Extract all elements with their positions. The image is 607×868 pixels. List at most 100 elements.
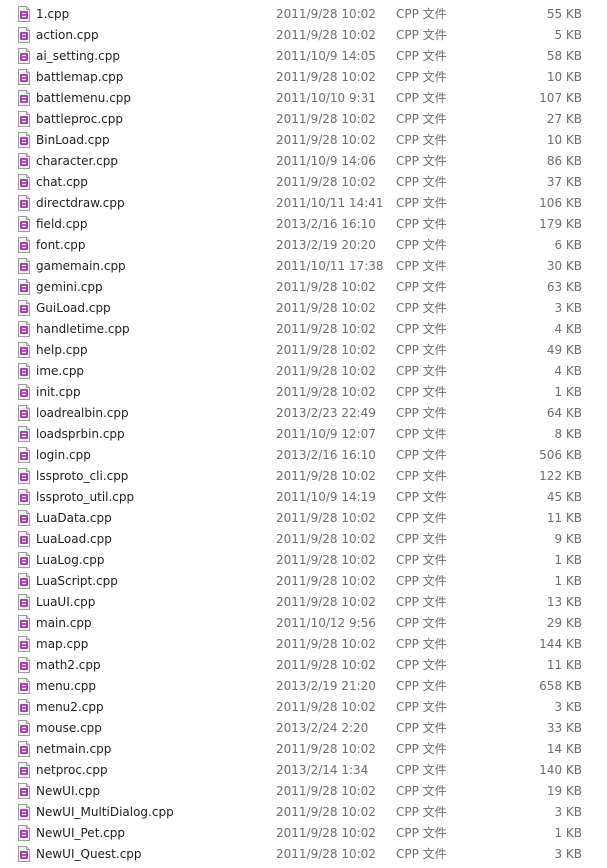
- file-name: LuaLoad.cpp: [36, 532, 112, 546]
- file-name: handletime.cpp: [36, 322, 130, 336]
- cpp-file-icon: [18, 300, 30, 316]
- file-row[interactable]: gamemain.cpp 2011/10/11 17:38 CPP 文件 30 …: [0, 256, 607, 277]
- file-row[interactable]: menu.cpp 2013/2/19 21:20 CPP 文件 658 KB: [0, 676, 607, 697]
- file-modified-date: 2011/9/28 10:02: [276, 7, 376, 21]
- file-type: CPP 文件: [396, 511, 447, 525]
- file-name: netmain.cpp: [36, 742, 112, 756]
- file-size: 1 KB: [554, 553, 582, 567]
- file-row[interactable]: ai_setting.cpp 2011/10/9 14:05 CPP 文件 58…: [0, 46, 607, 67]
- file-row[interactable]: menu2.cpp 2011/9/28 10:02 CPP 文件 3 KB: [0, 697, 607, 718]
- file-size: 6 KB: [554, 238, 582, 252]
- cpp-file-icon: [18, 804, 30, 820]
- file-row[interactable]: ime.cpp 2011/9/28 10:02 CPP 文件 4 KB: [0, 361, 607, 382]
- file-type: CPP 文件: [396, 91, 447, 105]
- file-type: CPP 文件: [396, 259, 447, 273]
- file-size: 4 KB: [554, 322, 582, 336]
- file-row[interactable]: lssproto_util.cpp 2011/10/9 14:19 CPP 文件…: [0, 487, 607, 508]
- file-row[interactable]: BinLoad.cpp 2011/9/28 10:02 CPP 文件 10 KB: [0, 130, 607, 151]
- file-type: CPP 文件: [396, 364, 447, 378]
- cpp-file-icon: [18, 573, 30, 589]
- file-size: 49 KB: [546, 343, 582, 357]
- file-row[interactable]: netproc.cpp 2013/2/14 1:34 CPP 文件 140 KB: [0, 760, 607, 781]
- file-row[interactable]: battleproc.cpp 2011/9/28 10:02 CPP 文件 27…: [0, 109, 607, 130]
- file-type: CPP 文件: [396, 679, 447, 693]
- file-name: NewUI.cpp: [36, 784, 101, 798]
- file-name: character.cpp: [36, 154, 119, 168]
- file-row[interactable]: map.cpp 2011/9/28 10:02 CPP 文件 144 KB: [0, 634, 607, 655]
- file-modified-date: 2013/2/19 20:20: [276, 238, 376, 252]
- file-row[interactable]: loadsprbin.cpp 2011/10/9 12:07 CPP 文件 8 …: [0, 424, 607, 445]
- file-row[interactable]: NewUI_MultiDialog.cpp 2011/9/28 10:02 CP…: [0, 802, 607, 823]
- file-row[interactable]: gemini.cpp 2011/9/28 10:02 CPP 文件 63 KB: [0, 277, 607, 298]
- file-type: CPP 文件: [396, 154, 447, 168]
- cpp-file-icon: [18, 153, 30, 169]
- file-size: 19 KB: [546, 784, 582, 798]
- file-row[interactable]: 1.cpp 2011/9/28 10:02 CPP 文件 55 KB: [0, 4, 607, 25]
- file-name: main.cpp: [36, 616, 92, 630]
- file-type: CPP 文件: [396, 301, 447, 315]
- cpp-file-icon: [18, 132, 30, 148]
- file-type: CPP 文件: [396, 805, 447, 819]
- file-row[interactable]: GuiLoad.cpp 2011/9/28 10:02 CPP 文件 3 KB: [0, 298, 607, 319]
- file-type: CPP 文件: [396, 637, 447, 651]
- file-type: CPP 文件: [396, 847, 447, 861]
- file-name: lssproto_util.cpp: [36, 490, 135, 504]
- file-size: 144 KB: [539, 637, 582, 651]
- cpp-file-icon: [18, 762, 30, 778]
- file-size: 10 KB: [546, 133, 582, 147]
- file-row[interactable]: main.cpp 2011/10/12 9:56 CPP 文件 29 KB: [0, 613, 607, 634]
- file-row[interactable]: help.cpp 2011/9/28 10:02 CPP 文件 49 KB: [0, 340, 607, 361]
- file-type: CPP 文件: [396, 49, 447, 63]
- cpp-file-icon: [18, 321, 30, 337]
- file-size: 122 KB: [539, 469, 582, 483]
- file-row[interactable]: NewUI_Pet.cpp 2011/9/28 10:02 CPP 文件 1 K…: [0, 823, 607, 844]
- file-row[interactable]: NewUI_Quest.cpp 2011/9/28 10:02 CPP 文件 3…: [0, 844, 607, 865]
- cpp-file-icon: [18, 594, 30, 610]
- file-row[interactable]: handletime.cpp 2011/9/28 10:02 CPP 文件 4 …: [0, 319, 607, 340]
- file-row[interactable]: lssproto_cli.cpp 2011/9/28 10:02 CPP 文件 …: [0, 466, 607, 487]
- file-row[interactable]: chat.cpp 2011/9/28 10:02 CPP 文件 37 KB: [0, 172, 607, 193]
- cpp-file-icon: [18, 258, 30, 274]
- file-row[interactable]: loadrealbin.cpp 2013/2/23 22:49 CPP 文件 6…: [0, 403, 607, 424]
- file-row[interactable]: LuaUI.cpp 2011/9/28 10:02 CPP 文件 13 KB: [0, 592, 607, 613]
- file-row[interactable]: LuaLog.cpp 2011/9/28 10:02 CPP 文件 1 KB: [0, 550, 607, 571]
- cpp-file-icon: [18, 657, 30, 673]
- file-size: 3 KB: [554, 847, 582, 861]
- file-type: CPP 文件: [396, 322, 447, 336]
- file-row[interactable]: math2.cpp 2011/9/28 10:02 CPP 文件 11 KB: [0, 655, 607, 676]
- file-name: lssproto_cli.cpp: [36, 469, 129, 483]
- file-modified-date: 2011/9/28 10:02: [276, 112, 376, 126]
- file-row[interactable]: init.cpp 2011/9/28 10:02 CPP 文件 1 KB: [0, 382, 607, 403]
- file-row[interactable]: mouse.cpp 2013/2/24 2:20 CPP 文件 33 KB: [0, 718, 607, 739]
- file-modified-date: 2011/9/28 10:02: [276, 385, 376, 399]
- file-row[interactable]: login.cpp 2013/2/16 16:10 CPP 文件 506 KB: [0, 445, 607, 466]
- file-name: menu.cpp: [36, 679, 96, 693]
- file-modified-date: 2011/9/28 10:02: [276, 784, 376, 798]
- file-row[interactable]: action.cpp 2011/9/28 10:02 CPP 文件 5 KB: [0, 25, 607, 46]
- file-row[interactable]: NewUI.cpp 2011/9/28 10:02 CPP 文件 19 KB: [0, 781, 607, 802]
- file-row[interactable]: LuaScript.cpp 2011/9/28 10:02 CPP 文件 1 K…: [0, 571, 607, 592]
- file-type: CPP 文件: [396, 7, 447, 21]
- file-type: CPP 文件: [396, 532, 447, 546]
- file-type: CPP 文件: [396, 742, 447, 756]
- cpp-file-icon: [18, 27, 30, 43]
- file-name: menu2.cpp: [36, 700, 104, 714]
- file-row[interactable]: LuaLoad.cpp 2011/9/28 10:02 CPP 文件 9 KB: [0, 529, 607, 550]
- file-row[interactable]: character.cpp 2011/10/9 14:06 CPP 文件 86 …: [0, 151, 607, 172]
- file-type: CPP 文件: [396, 721, 447, 735]
- file-row[interactable]: LuaData.cpp 2011/9/28 10:02 CPP 文件 11 KB: [0, 508, 607, 529]
- file-row[interactable]: battlemenu.cpp 2011/10/10 9:31 CPP 文件 10…: [0, 88, 607, 109]
- file-modified-date: 2013/2/16 16:10: [276, 217, 376, 231]
- file-row[interactable]: netmain.cpp 2011/9/28 10:02 CPP 文件 14 KB: [0, 739, 607, 760]
- file-size: 86 KB: [546, 154, 582, 168]
- file-row[interactable]: font.cpp 2013/2/19 20:20 CPP 文件 6 KB: [0, 235, 607, 256]
- file-row[interactable]: battlemap.cpp 2011/9/28 10:02 CPP 文件 10 …: [0, 67, 607, 88]
- file-row[interactable]: directdraw.cpp 2011/10/11 14:41 CPP 文件 1…: [0, 193, 607, 214]
- file-modified-date: 2011/9/28 10:02: [276, 742, 376, 756]
- file-modified-date: 2011/9/28 10:02: [276, 700, 376, 714]
- file-modified-date: 2011/9/28 10:02: [276, 637, 376, 651]
- file-row[interactable]: field.cpp 2013/2/16 16:10 CPP 文件 179 KB: [0, 214, 607, 235]
- file-modified-date: 2011/9/28 10:02: [276, 847, 376, 861]
- file-modified-date: 2011/9/28 10:02: [276, 511, 376, 525]
- file-modified-date: 2011/9/28 10:02: [276, 343, 376, 357]
